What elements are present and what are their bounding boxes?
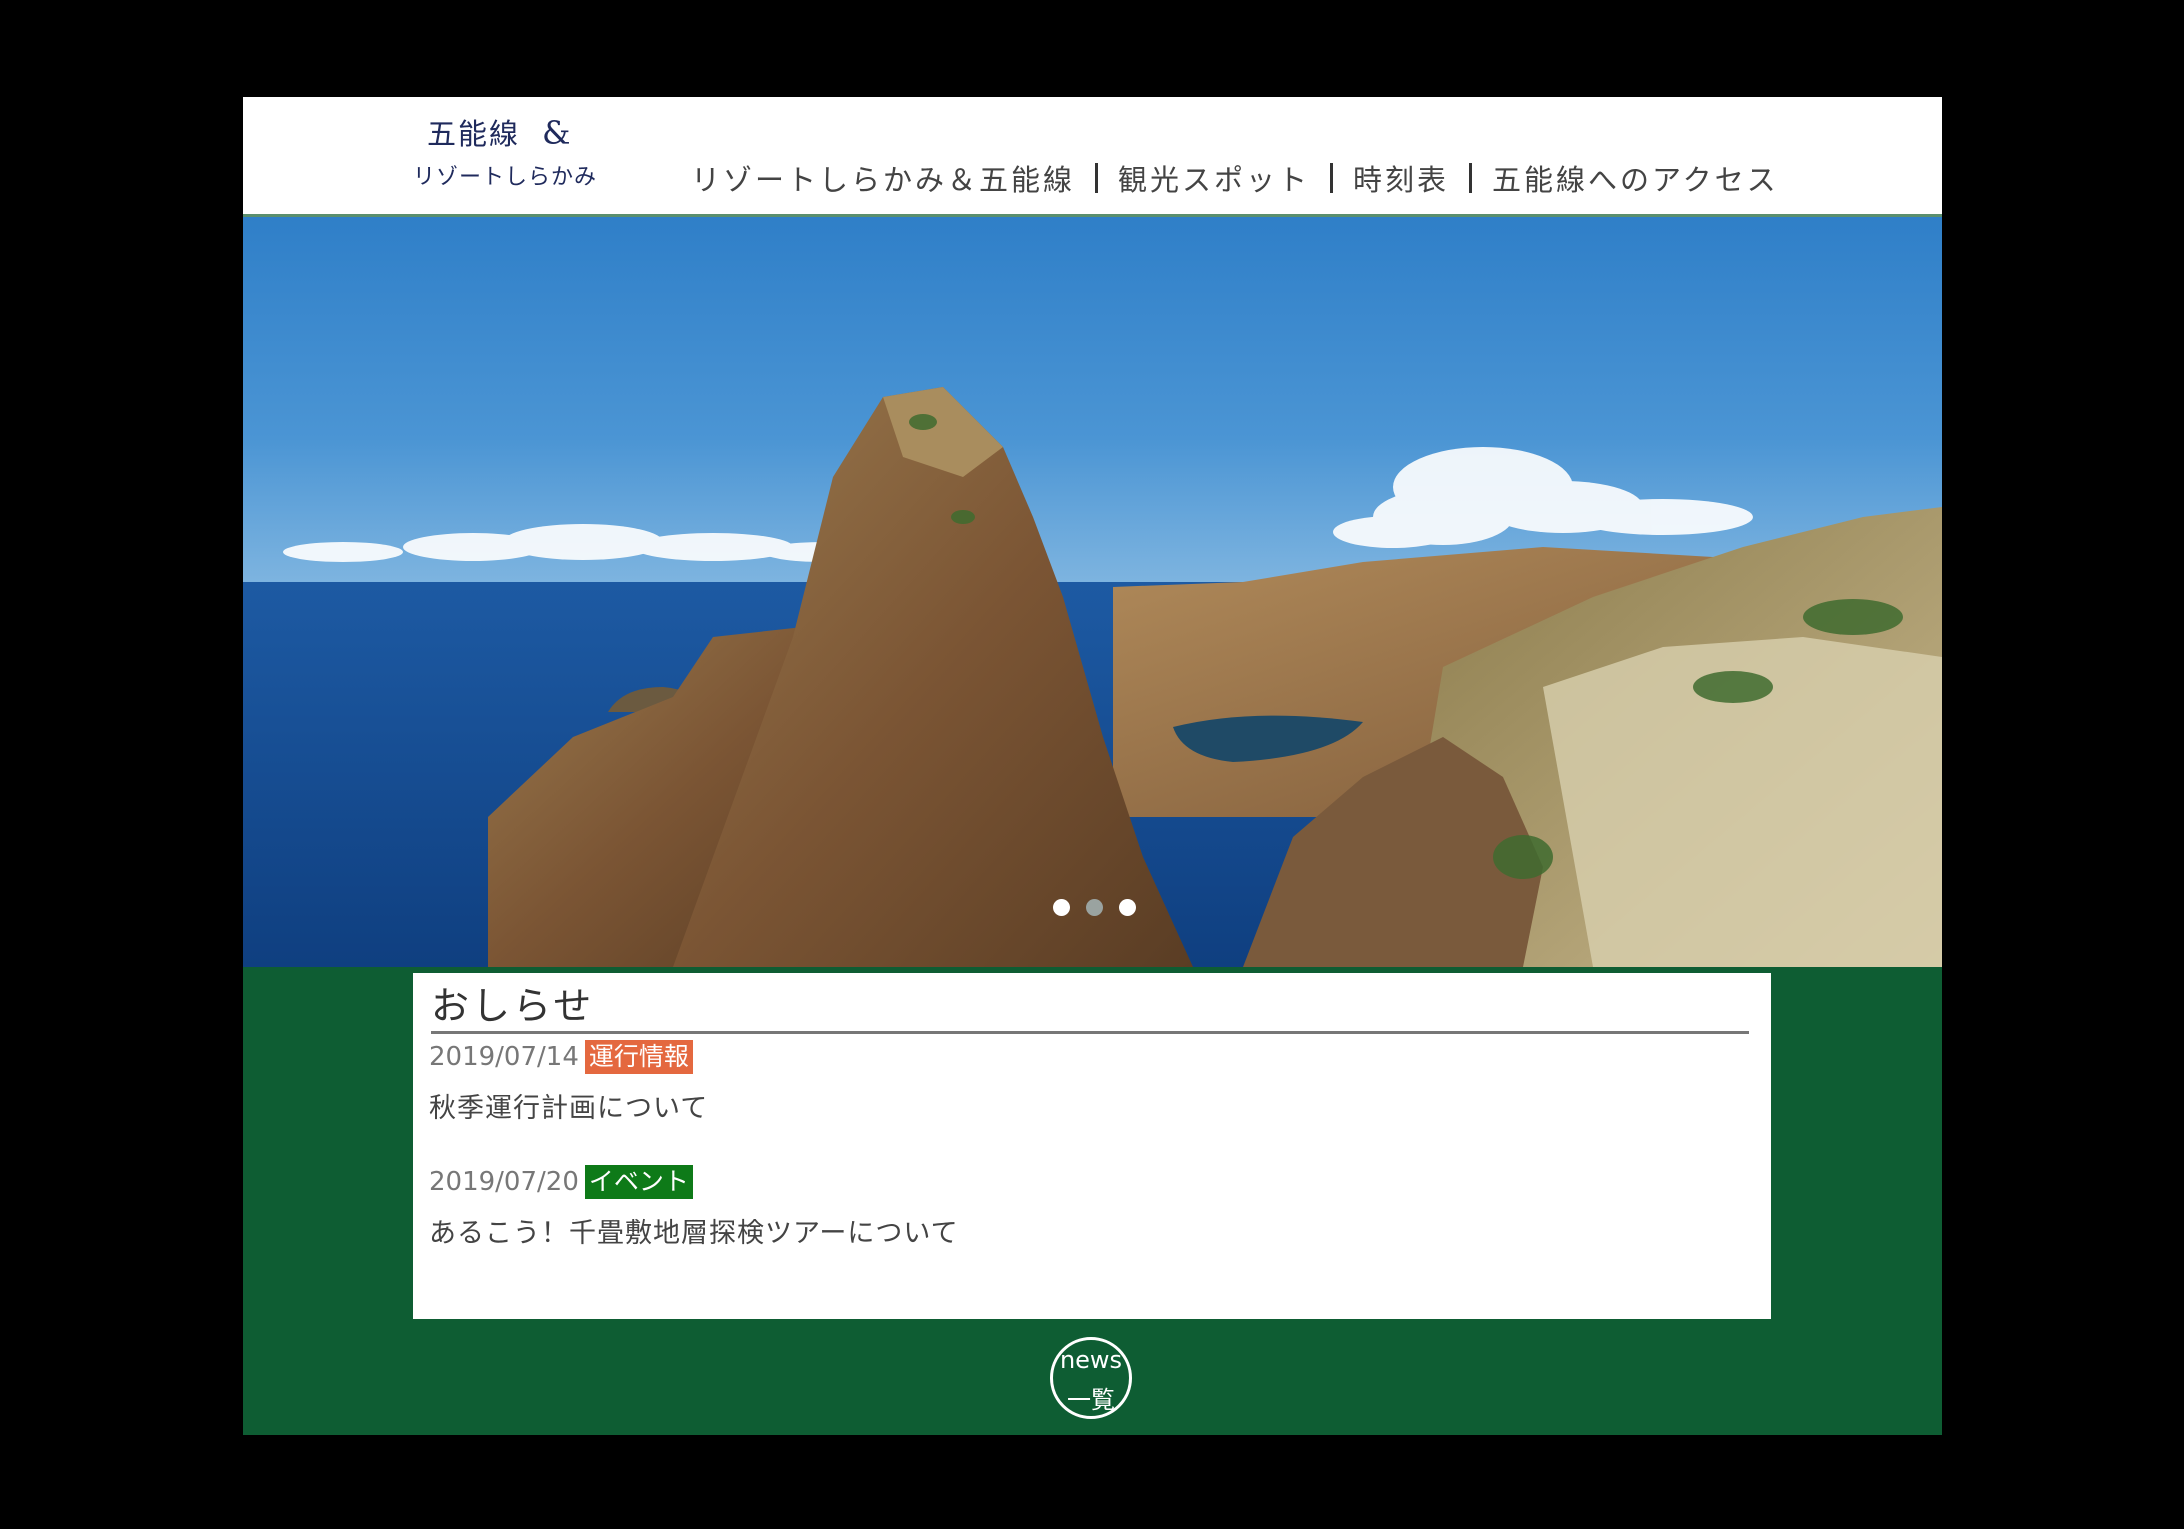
news-title-link[interactable]: あるこう！千畳敷地層探検ツアーについて — [429, 1211, 959, 1250]
nav-divider — [1330, 163, 1334, 193]
nav-item-access[interactable]: 五能線へのアクセス — [1492, 157, 1779, 199]
news-date: 2019/07/14 — [429, 1042, 579, 1072]
news-meta: 2019/07/14 運行情報 — [429, 1038, 708, 1076]
news-button-sublabel: 一覧 — [1067, 1386, 1115, 1414]
nav-item-sightseeing[interactable]: 観光スポット — [1118, 157, 1310, 199]
nav-divider — [1469, 163, 1473, 193]
notice-title: おしらせ — [431, 983, 1749, 1034]
carousel-dot-2[interactable] — [1086, 899, 1103, 916]
nav-item-timetable[interactable]: 時刻表 — [1353, 157, 1449, 199]
news-item[interactable]: 2019/07/14 運行情報 秋季運行計画について — [429, 1038, 708, 1125]
news-date: 2019/07/20 — [429, 1167, 579, 1197]
site-header: 五能線 & リゾートしらかみ リゾートしらかみ＆五能線 観光スポット 時刻表 五能… — [243, 97, 1942, 217]
news-meta: 2019/07/20 イベント — [429, 1163, 959, 1201]
notice-panel: おしらせ 2019/07/14 運行情報 秋季運行計画について 2019/07/… — [413, 973, 1771, 1319]
news-item[interactable]: 2019/07/20 イベント あるこう！千畳敷地層探検ツアーについて — [429, 1163, 959, 1250]
news-title-link[interactable]: 秋季運行計画について — [429, 1086, 708, 1125]
nav-divider — [1095, 163, 1099, 193]
site-logo[interactable]: 五能線 & リゾートしらかみ — [413, 111, 613, 191]
logo-line1: 五能線 & — [427, 114, 573, 152]
hero-image — [243, 217, 1942, 967]
carousel-dot-1[interactable] — [1053, 899, 1070, 916]
hero-carousel[interactable] — [243, 217, 1942, 967]
news-tag-operation: 運行情報 — [584, 1040, 693, 1074]
logo-line2: リゾートしらかみ — [413, 165, 598, 190]
nav-item-resort-shirakami[interactable]: リゾートしらかみ＆五能線 — [691, 157, 1075, 199]
main-nav: リゾートしらかみ＆五能線 観光スポット 時刻表 五能線へのアクセス — [691, 157, 1779, 199]
page: 五能線 & リゾートしらかみ リゾートしらかみ＆五能線 観光スポット 時刻表 五能… — [243, 97, 1942, 1435]
news-list-button[interactable]: news 一覧 — [1050, 1337, 1132, 1419]
carousel-dot-3[interactable] — [1119, 899, 1136, 916]
news-tag-event: イベント — [584, 1165, 693, 1199]
carousel-dots — [1053, 899, 1136, 916]
news-button-label: news — [1059, 1346, 1123, 1374]
